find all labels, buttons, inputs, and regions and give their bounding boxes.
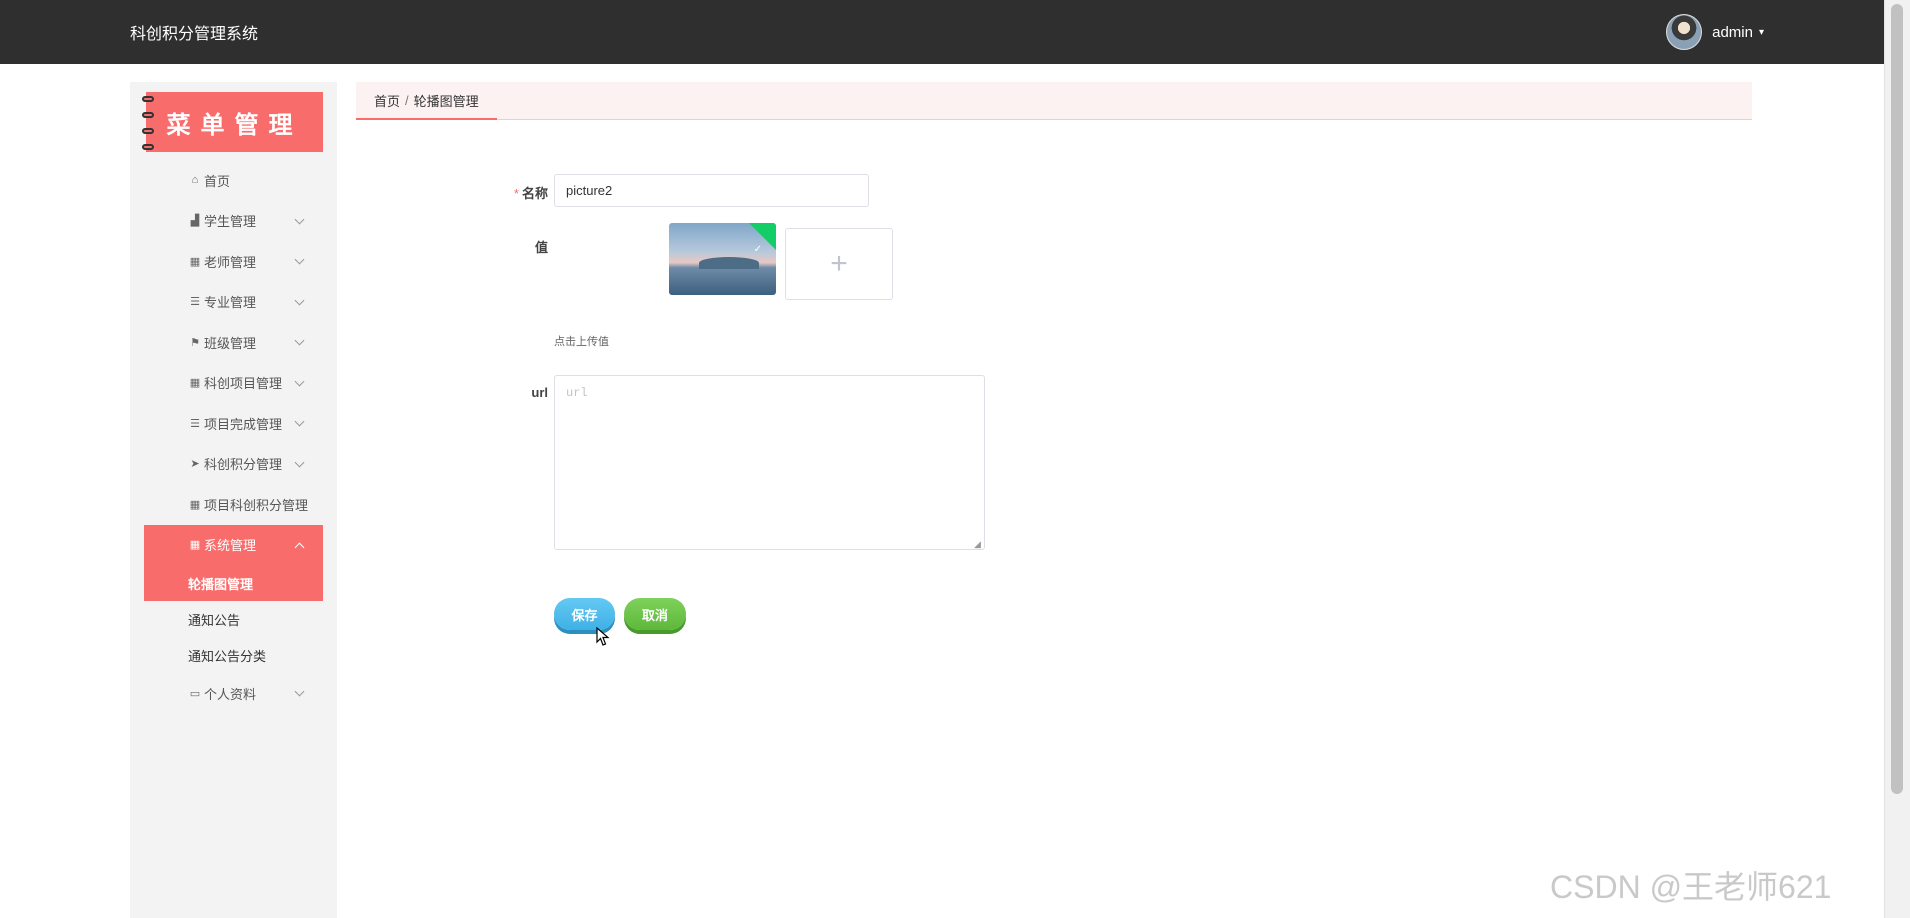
sidebar-item-label: 首页 [204, 173, 231, 189]
chevron-up-icon [294, 542, 305, 552]
value-label: 值 [534, 240, 548, 255]
sidebar-item-label: 科创积分管理 [204, 457, 283, 473]
chevron-down-icon [294, 214, 305, 224]
grid-icon: ▦ [189, 498, 201, 511]
watermark: CSDN @王老师621 [1550, 869, 1832, 905]
sidebar-item-label: 项目科创积分管理 [204, 497, 309, 513]
avatar[interactable] [1666, 14, 1703, 50]
breadcrumb-home[interactable]: 首页 [374, 91, 400, 110]
cancel-button[interactable]: 取消 [624, 598, 686, 630]
url-textarea[interactable] [554, 375, 985, 550]
upload-add-button[interactable]: + [785, 228, 893, 300]
url-label: url [531, 385, 548, 400]
menu-banner-title: 菜单管理 [166, 109, 303, 139]
top-navbar: 科创积分管理系统 admin ▾ [0, 0, 1884, 64]
home-icon: ⌂ [191, 174, 199, 187]
sidebar-item-project-points[interactable]: ▦ 项目科创积分管理 [144, 484, 323, 525]
resize-grip-icon[interactable]: ◢ [974, 539, 981, 550]
sidebar-item-label: 科创项目管理 [204, 376, 283, 392]
uploaded-image-thumbnail[interactable]: ✓ [669, 223, 776, 295]
page-scrollbar-thumb[interactable] [1891, 4, 1903, 794]
save-button[interactable]: 保存 [554, 598, 615, 630]
sidebar-item-home[interactable]: ⌂ 首页 [144, 160, 323, 201]
sidebar-item-projects[interactable]: ▦ 科创项目管理 [144, 363, 323, 404]
sidebar-item-points[interactable]: ➤ 科创积分管理 [144, 444, 323, 485]
image-landscape [699, 257, 759, 269]
sidebar-item-label: 班级管理 [204, 335, 257, 351]
sidebar-subitem-carousel[interactable]: 轮播图管理 [144, 565, 323, 601]
chevron-down-icon [294, 335, 305, 346]
sidebar-item-label: 老师管理 [204, 254, 257, 270]
breadcrumb-separator: / [405, 92, 409, 108]
chevron-down-icon [294, 686, 305, 697]
chevron-down-icon [294, 254, 305, 265]
list-icon: ☰ [190, 296, 200, 309]
sidebar-item-classes[interactable]: ⚑ 班级管理 [144, 322, 323, 363]
upload-tip: 点击上传值 [554, 336, 609, 348]
list-icon: ☰ [190, 417, 200, 430]
caret-down-icon[interactable]: ▾ [1759, 27, 1764, 38]
breadcrumb-bar: 首页 / 轮播图管理 [356, 82, 1752, 120]
chevron-down-icon [294, 457, 305, 467]
breadcrumb-current: 轮播图管理 [413, 93, 479, 109]
sidebar-menu: ⌂ 首页 ▟ 学生管理 ▦ 老师管理 ☰ 专业管理 ⚑ 班级管理 ▦ 科创项目管… [144, 160, 323, 714]
notebook-spiral-icon [142, 96, 154, 150]
sidebar-item-label: 个人资料 [204, 686, 257, 702]
app-title: 科创积分管理系统 [130, 26, 259, 43]
grid-icon: ▦ [189, 255, 201, 268]
sidebar-subitem-notices[interactable]: 通知公告 [144, 601, 323, 637]
flag-icon: ⚑ [190, 336, 200, 349]
grid-icon: ▦ [189, 539, 201, 552]
sidebar-item-label: 专业管理 [204, 295, 257, 311]
chevron-down-icon [294, 295, 305, 305]
sidebar-item-label: 学生管理 [204, 214, 257, 230]
send-icon: ➤ [190, 458, 200, 471]
id-card-icon: ▭ [189, 687, 201, 700]
sidebar-item-majors[interactable]: ☰ 专业管理 [144, 282, 323, 323]
grid-icon: ▦ [189, 377, 201, 390]
chevron-down-icon [294, 416, 305, 427]
menu-banner: 菜单管理 [142, 92, 323, 152]
bar-chart-icon: ▟ [190, 215, 200, 228]
username[interactable]: admin [1712, 24, 1753, 41]
check-icon: ✓ [753, 244, 762, 255]
sidebar-subitem-notice-categories[interactable]: 通知公告分类 [144, 637, 323, 673]
breadcrumb: 首页 / 轮播图管理 [356, 82, 497, 120]
sidebar-item-students[interactable]: ▟ 学生管理 [144, 201, 323, 242]
sidebar-item-system[interactable]: ▦ 系统管理 [144, 524, 323, 565]
user-menu[interactable]: admin ▾ [1666, 14, 1764, 50]
sidebar: 菜单管理 ⌂ 首页 ▟ 学生管理 ▦ 老师管理 ☰ 专业管理 ⚑ 班级管理 ▦ [130, 82, 337, 918]
sidebar-item-label: 系统管理 [204, 538, 257, 554]
sidebar-item-teachers[interactable]: ▦ 老师管理 [144, 241, 323, 282]
name-input[interactable] [554, 174, 869, 207]
sidebar-item-profile[interactable]: ▭ 个人资料 [144, 673, 323, 714]
sidebar-item-project-completion[interactable]: ☰ 项目完成管理 [144, 403, 323, 444]
chevron-down-icon [294, 376, 305, 386]
mouse-cursor-icon [596, 627, 610, 646]
submenu-active-group: 轮播图管理 [144, 565, 323, 601]
name-label: * 名称 [513, 186, 548, 201]
sidebar-item-label: 项目完成管理 [204, 416, 283, 432]
